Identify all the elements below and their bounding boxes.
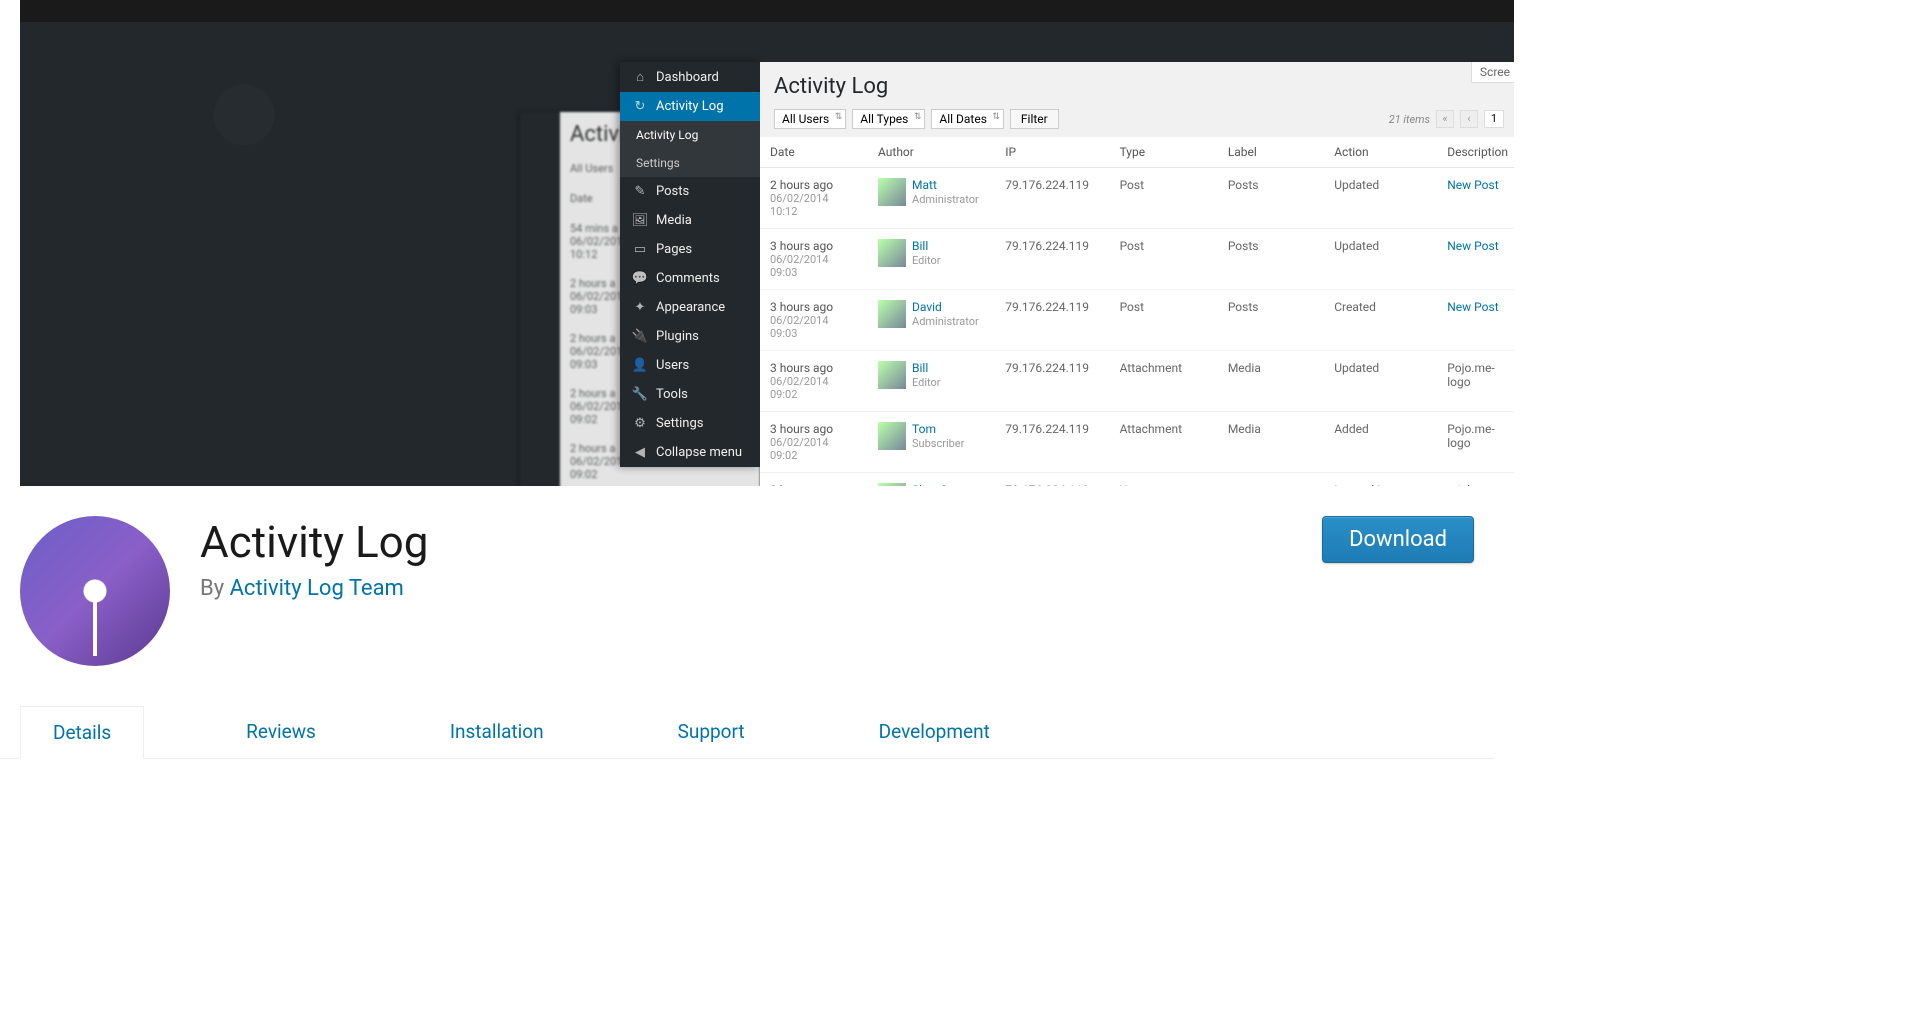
col-author: Author (868, 137, 995, 168)
panel-title: Activity Log (760, 62, 1514, 109)
menu-item: ⚙Settings (620, 409, 760, 438)
tab-development[interactable]: Development (847, 706, 1022, 758)
menu-item: ⌂Dashboard (620, 62, 760, 92)
download-button[interactable]: Download (1322, 516, 1474, 563)
tab-installation[interactable]: Installation (418, 706, 576, 758)
menu-item: 💬Comments (620, 264, 760, 293)
plugin-tabs: Details Reviews Installation Support Develop… (0, 676, 1494, 759)
menu-item: ◀Collapse menu (620, 438, 760, 467)
plugin-icon (20, 516, 170, 666)
page-prev-first: « (1436, 110, 1454, 128)
menu-item: 🔧Tools (620, 380, 760, 409)
page-prev: ‹ (1460, 110, 1478, 128)
tab-support[interactable]: Support (646, 706, 777, 758)
item-count: 21 items (1389, 113, 1430, 126)
menu-item: 🖼Media (620, 206, 760, 235)
filter-types: All Types (852, 109, 925, 129)
menu-item: 👤Users (620, 351, 760, 380)
table-row: 3 hours ago06/02/201409:02TomSubscriber7… (760, 412, 1514, 473)
menu-item: ✦Appearance (620, 293, 760, 322)
menu-item: Settings (620, 149, 760, 177)
table-row: 3 hours ago06/02/201408:55SharahAuthor79… (760, 473, 1514, 487)
filter-bar: All Users All Types All Dates Filter 21 … (760, 109, 1514, 137)
screen-options: Scree (1471, 62, 1514, 83)
plugin-banner: Activity All Users Date 54 mins a06/02/2… (20, 0, 1514, 486)
screenshot-sidebar: ⌂Dashboard↻Activity LogActivity LogSetti… (620, 62, 760, 467)
menu-item: ↻Activity Log (620, 92, 760, 121)
col-ip: IP (995, 137, 1109, 168)
col-label: Label (1218, 137, 1324, 168)
page-num: 1 (1484, 110, 1504, 128)
tab-reviews[interactable]: Reviews (214, 706, 348, 758)
menu-item: ▭Pages (620, 235, 760, 264)
table-row: 3 hours ago06/02/201409:02BillEditor79.1… (760, 351, 1514, 412)
filter-button: Filter (1010, 109, 1059, 129)
filter-users: All Users (774, 109, 846, 129)
plugin-byline: By Activity Log Team (200, 576, 428, 601)
plugin-title: Activity Log (200, 516, 428, 568)
table-row: 2 hours ago06/02/201410:12MattAdministra… (760, 168, 1514, 229)
plugin-author-link[interactable]: Activity Log Team (230, 576, 404, 601)
col-action: Action (1324, 137, 1437, 168)
activity-table: Date Author IP Type Label Action Descrip… (760, 137, 1514, 486)
table-row: 3 hours ago06/02/201409:03BillEditor79.1… (760, 229, 1514, 290)
col-desc: Description (1437, 137, 1514, 168)
table-row: 3 hours ago06/02/201409:03DavidAdministr… (760, 290, 1514, 351)
col-date: Date (760, 137, 868, 168)
col-type: Type (1110, 137, 1218, 168)
menu-item: 🔌Plugins (620, 322, 760, 351)
tab-details[interactable]: Details (20, 706, 144, 759)
menu-item: Activity Log (620, 121, 760, 149)
filter-dates: All Dates (931, 109, 1004, 129)
plugin-header: Activity Log By Activity Log Team Downlo… (0, 486, 1494, 676)
screenshot-front: Scree Activity Log All Users All Types A… (760, 62, 1514, 486)
menu-item: ✎Posts (620, 177, 760, 206)
